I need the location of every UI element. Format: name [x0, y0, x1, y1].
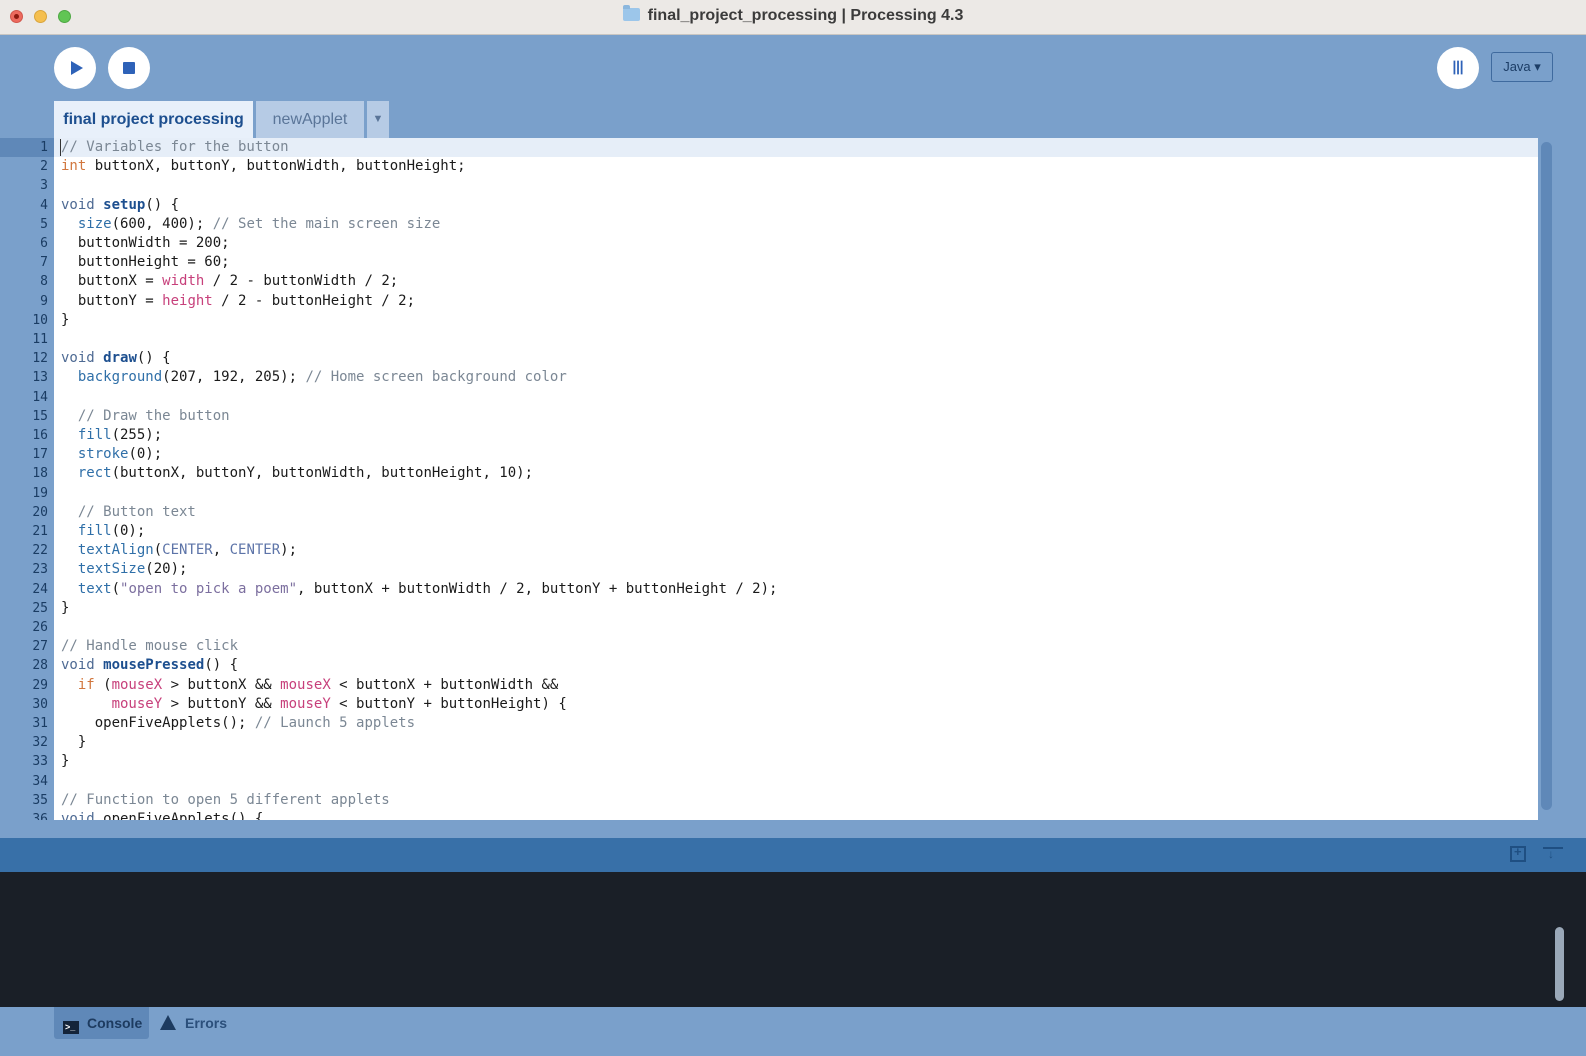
line-number: 33 [32, 754, 48, 770]
code-line[interactable]: } [54, 311, 1538, 330]
line-number: 6 [40, 236, 48, 251]
line-number: 32 [32, 735, 48, 751]
code-line[interactable]: // Function to open 5 different applets [54, 791, 1538, 810]
line-number: 27 [32, 639, 48, 655]
code-line[interactable]: mouseY > buttonY && mouseY < buttonY + b… [54, 695, 1538, 714]
code-line[interactable]: rect(buttonX, buttonY, buttonWidth, butt… [54, 464, 1538, 483]
line-number: 30 [32, 696, 48, 712]
tab-newapplet[interactable]: newApplet [256, 101, 364, 138]
code-line[interactable] [54, 772, 1538, 791]
line-number: 17 [32, 447, 48, 463]
line-number: 15 [32, 408, 48, 424]
line-number: 18 [32, 466, 48, 482]
code-line[interactable]: void openFiveApplets() { [54, 810, 1538, 820]
line-number: 22 [32, 543, 48, 559]
code-line[interactable] [54, 176, 1538, 195]
line-number: 29 [32, 677, 48, 693]
terminal-icon: >_ [63, 1021, 79, 1034]
code-line[interactable]: buttonWidth = 200; [54, 234, 1538, 253]
code-line[interactable]: buttonHeight = 60; [54, 253, 1538, 272]
console-output[interactable] [0, 872, 1586, 1007]
line-number: 13 [32, 370, 48, 386]
line-number: 36 [32, 812, 48, 820]
line-number: 21 [32, 524, 48, 539]
tab-menu-button[interactable]: ▼ [367, 101, 389, 138]
line-number: 1 [40, 140, 48, 155]
line-number: 14 [32, 389, 48, 405]
window-title: final_project_processing | Processing 4.… [0, 5, 1586, 25]
code-line[interactable]: // Button text [54, 503, 1538, 522]
run-button[interactable] [54, 47, 96, 89]
code-line[interactable]: // Draw the button [54, 407, 1538, 426]
editor-console-divider[interactable] [0, 820, 1586, 838]
code-line[interactable]: textAlign(CENTER, CENTER); [54, 541, 1538, 560]
folder-icon [622, 5, 640, 21]
code-line[interactable]: void draw() { [54, 349, 1538, 368]
line-number: 19 [32, 485, 48, 501]
title-bar: final_project_processing | Processing 4.… [0, 0, 1586, 35]
code-line[interactable]: void mousePressed() { [54, 656, 1538, 675]
line-number: 8 [40, 274, 48, 290]
line-number: 20 [32, 504, 48, 520]
line-number: 26 [32, 620, 48, 635]
tab-console[interactable]: >_ Console [54, 1007, 149, 1039]
copy-console-icon[interactable] [1510, 844, 1526, 862]
code-line[interactable]: size(600, 400); // Set the main screen s… [54, 215, 1538, 234]
line-number: 12 [32, 351, 48, 367]
code-line[interactable] [54, 388, 1538, 407]
line-number: 28 [32, 658, 48, 674]
code-line[interactable]: // Variables for the button [54, 138, 1538, 157]
code-line[interactable]: buttonY = height / 2 - buttonHeight / 2; [54, 292, 1538, 311]
code-line[interactable]: int buttonX, buttonY, buttonWidth, butto… [54, 157, 1538, 176]
console-scrollbar-thumb[interactable] [1555, 927, 1564, 1001]
line-number: 2 [40, 159, 48, 175]
line-number: 9 [40, 293, 48, 309]
code-line[interactable]: if (mouseX > buttonX && mouseX < buttonX… [54, 676, 1538, 695]
line-number: 16 [32, 428, 48, 443]
code-line[interactable]: // Handle mouse click [54, 637, 1538, 656]
code-editor[interactable]: // Variables for the button int buttonX,… [54, 138, 1538, 820]
tab-errors[interactable]: Errors [160, 1007, 260, 1039]
code-line[interactable]: fill(255); [54, 426, 1538, 445]
code-line[interactable]: buttonX = width / 2 - buttonWidth / 2; [54, 272, 1538, 291]
line-number: 34 [32, 773, 48, 789]
debugger-button[interactable]: ꔖ [1437, 47, 1479, 89]
line-number: 3 [40, 178, 48, 194]
debugger-icon: ꔖ [1452, 58, 1464, 78]
code-line[interactable] [54, 484, 1538, 503]
processing-window: final_project_processing | Processing 4.… [0, 0, 1586, 1056]
tab-final-project-processing[interactable]: final project processing [54, 101, 253, 138]
console-header [0, 838, 1586, 872]
line-number: 24 [32, 581, 48, 597]
line-number: 11 [32, 332, 48, 347]
editor-scrollbar-thumb[interactable] [1541, 142, 1552, 810]
line-number: 7 [40, 255, 48, 271]
line-number: 23 [32, 562, 48, 578]
code-line[interactable]: textSize(20); [54, 560, 1538, 579]
code-line[interactable]: stroke(0); [54, 445, 1538, 464]
code-line[interactable]: openFiveApplets(); // Launch 5 applets [54, 714, 1538, 733]
code-line[interactable]: text("open to pick a poem", buttonX + bu… [54, 580, 1538, 599]
mode-selector[interactable]: Java ▾ [1491, 52, 1553, 82]
line-number: 4 [40, 197, 48, 213]
toolbar: ꔖ Java ▾ [0, 35, 1586, 101]
code-line[interactable] [54, 618, 1538, 637]
code-line[interactable]: background(207, 192, 205); // Home scree… [54, 368, 1538, 387]
warning-icon [160, 1015, 176, 1030]
code-line[interactable]: } [54, 733, 1538, 752]
code-line[interactable]: } [54, 752, 1538, 771]
code-line[interactable]: fill(0); [54, 522, 1538, 541]
line-number: 31 [32, 716, 48, 731]
text-cursor [60, 139, 61, 156]
clear-console-icon[interactable] [1543, 847, 1563, 861]
code-line[interactable]: void setup() { [54, 196, 1538, 215]
code-line[interactable] [54, 330, 1538, 349]
stop-button[interactable] [108, 47, 150, 89]
line-number: 10 [32, 312, 48, 328]
line-number: 35 [32, 792, 48, 808]
line-number: 25 [32, 600, 48, 616]
line-number: 5 [40, 216, 48, 232]
code-line[interactable]: } [54, 599, 1538, 618]
